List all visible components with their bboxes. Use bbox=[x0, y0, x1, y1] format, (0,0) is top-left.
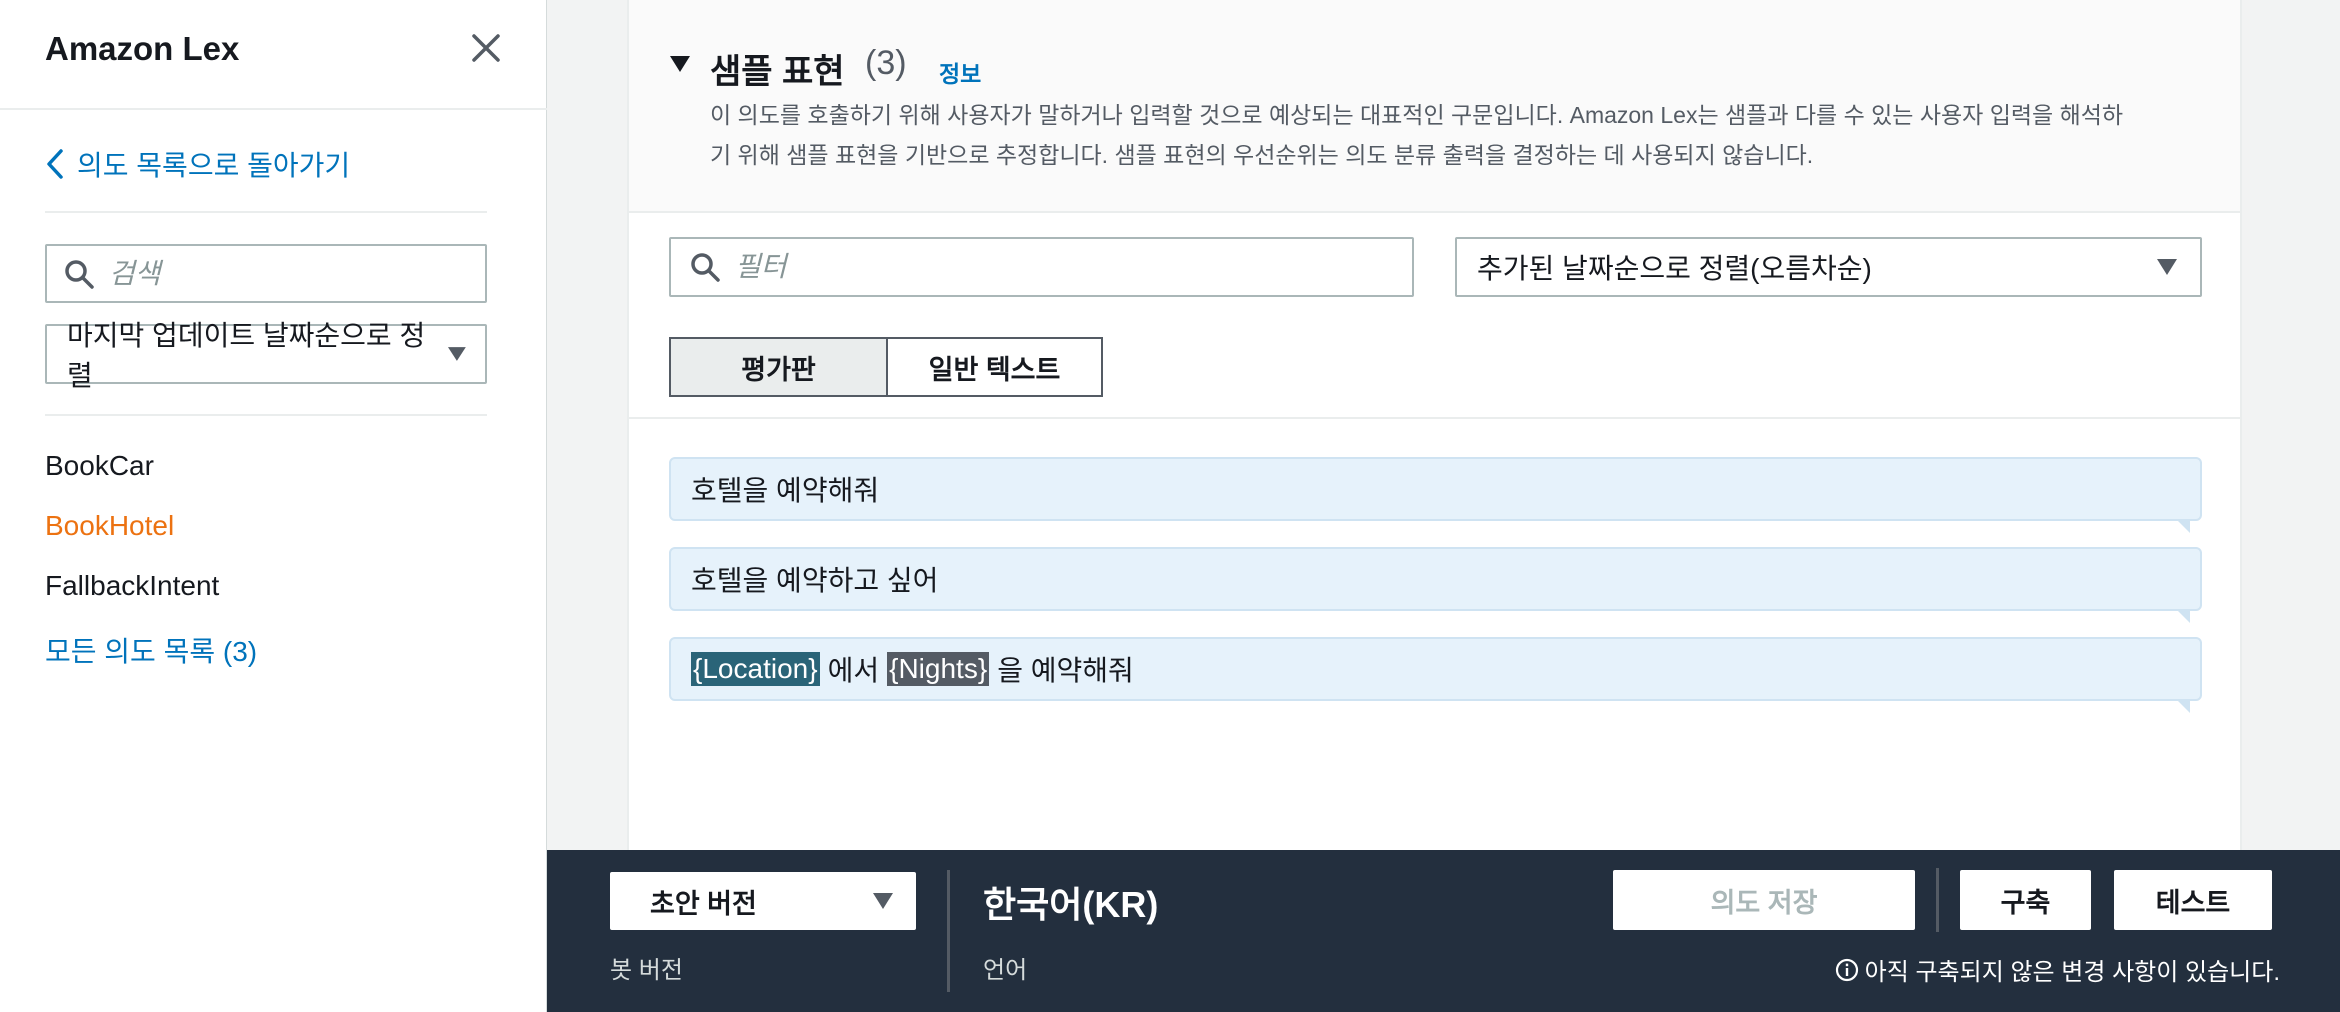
view-mode-toggle: 평가판 일반 텍스트 bbox=[669, 337, 1103, 397]
build-button[interactable]: 구축 bbox=[1960, 870, 2091, 930]
sort-select-value: 마지막 업데이트 날짜순으로 정렬 bbox=[67, 320, 426, 391]
chevron-left-icon bbox=[47, 149, 63, 179]
intent-search bbox=[45, 244, 487, 303]
bubble-tail bbox=[2176, 519, 2190, 533]
bot-version-select[interactable]: 초안 버전 bbox=[610, 872, 916, 930]
back-to-intents-link[interactable]: 의도 목록으로 돌아가기 bbox=[45, 144, 350, 184]
sidebar-item-fallbackintent[interactable]: FallbackIntent bbox=[45, 570, 219, 602]
utterance-item[interactable]: 호텔을 예약해줘 bbox=[669, 457, 2202, 533]
sidebar-title: Amazon Lex bbox=[45, 30, 240, 67]
view-mode-plain-text-button[interactable]: 일반 텍스트 bbox=[887, 337, 1103, 397]
section-header: 샘플 표현 (3) 정보 이 의도를 호출하기 위해 사용자가 말하거나 입력할… bbox=[629, 0, 2240, 213]
divider bbox=[45, 211, 487, 213]
sidebar-item-bookcar[interactable]: BookCar bbox=[45, 450, 154, 482]
section-description: 이 의도를 호출하기 위해 사용자가 말하거나 입력할 것으로 예상되는 대표적… bbox=[710, 102, 2124, 168]
info-link[interactable]: 정보 bbox=[939, 55, 981, 89]
save-intent-button[interactable]: 의도 저장 bbox=[1613, 870, 1915, 930]
bot-version-value: 초안 버전 bbox=[650, 888, 757, 919]
back-link-label: 의도 목록으로 돌아가기 bbox=[77, 150, 351, 181]
sample-utterances-panel: 샘플 표현 (3) 정보 이 의도를 호출하기 위해 사용자가 말하거나 입력할… bbox=[627, 0, 2242, 850]
utterance-item[interactable]: 호텔을 예약하고 싶어 bbox=[669, 547, 2202, 623]
bot-version-label: 봇 버전 bbox=[610, 957, 683, 984]
utterance-text: 호텔을 예약하고 싶어 bbox=[691, 565, 939, 596]
bubble-tail bbox=[2176, 609, 2190, 623]
caret-down-icon bbox=[873, 893, 893, 909]
bottom-action-bar: 초안 버전 봇 버전 한국어(KR) 언어 의도 저장 구축 테스트 아직 구축… bbox=[547, 850, 2340, 1012]
slot-tag-nights[interactable]: {Nights} bbox=[887, 652, 990, 686]
divider bbox=[947, 870, 950, 992]
utterance-text: 에서 bbox=[827, 655, 880, 686]
divider bbox=[0, 108, 547, 110]
utterance-count: (3) bbox=[865, 44, 907, 82]
language-label: 언어 bbox=[983, 957, 1028, 984]
intent-search-input[interactable] bbox=[109, 257, 449, 290]
utterance-order-select[interactable]: 추가된 날짜순으로 정렬(오름차순) bbox=[1455, 237, 2202, 297]
caret-down-icon bbox=[2157, 259, 2177, 275]
divider bbox=[629, 417, 2240, 419]
sidebar-item-bookhotel[interactable]: BookHotel bbox=[45, 510, 174, 542]
search-icon bbox=[65, 259, 94, 289]
intent-sort-select[interactable]: 마지막 업데이트 날짜순으로 정렬 bbox=[45, 320, 487, 391]
filter-input[interactable] bbox=[735, 251, 1385, 283]
section-title: 샘플 표현 bbox=[710, 53, 845, 91]
info-icon bbox=[1835, 958, 1858, 981]
test-button[interactable]: 테스트 bbox=[2114, 870, 2272, 930]
utterance-item[interactable]: {Location} 에서 {Nights} 을 예약해줘 bbox=[669, 637, 2202, 713]
notice-text: 아직 구축되지 않은 변경 사항이 있습니다. bbox=[1864, 959, 2280, 986]
order-select-value: 추가된 날짜순으로 정렬(오름차순) bbox=[1477, 253, 1872, 284]
intent-sidebar: Amazon Lex 의도 목록으로 돌아가기 마지막 업데이트 날짜순으로 정… bbox=[0, 0, 547, 1012]
caret-down-icon bbox=[448, 347, 467, 361]
view-mode-preview-button[interactable]: 평가판 bbox=[669, 337, 887, 397]
language-value: 한국어(KR) bbox=[983, 884, 1159, 925]
caret-down-icon[interactable] bbox=[669, 54, 691, 74]
unbuilt-changes-notice: 아직 구축되지 않은 변경 사항이 있습니다. bbox=[1835, 952, 2280, 987]
utterance-text: 호텔을 예약해줘 bbox=[691, 475, 880, 506]
slot-tag-location[interactable]: {Location} bbox=[691, 652, 820, 686]
divider bbox=[1936, 868, 1939, 932]
bubble-tail bbox=[2176, 699, 2190, 713]
search-icon bbox=[691, 253, 720, 282]
all-intents-link[interactable]: 모든 의도 목록 (3) bbox=[45, 630, 257, 670]
utterance-text: 을 예약해줘 bbox=[997, 655, 1134, 686]
utterance-filter bbox=[669, 237, 1414, 297]
divider bbox=[45, 414, 487, 416]
close-icon[interactable] bbox=[466, 28, 506, 68]
